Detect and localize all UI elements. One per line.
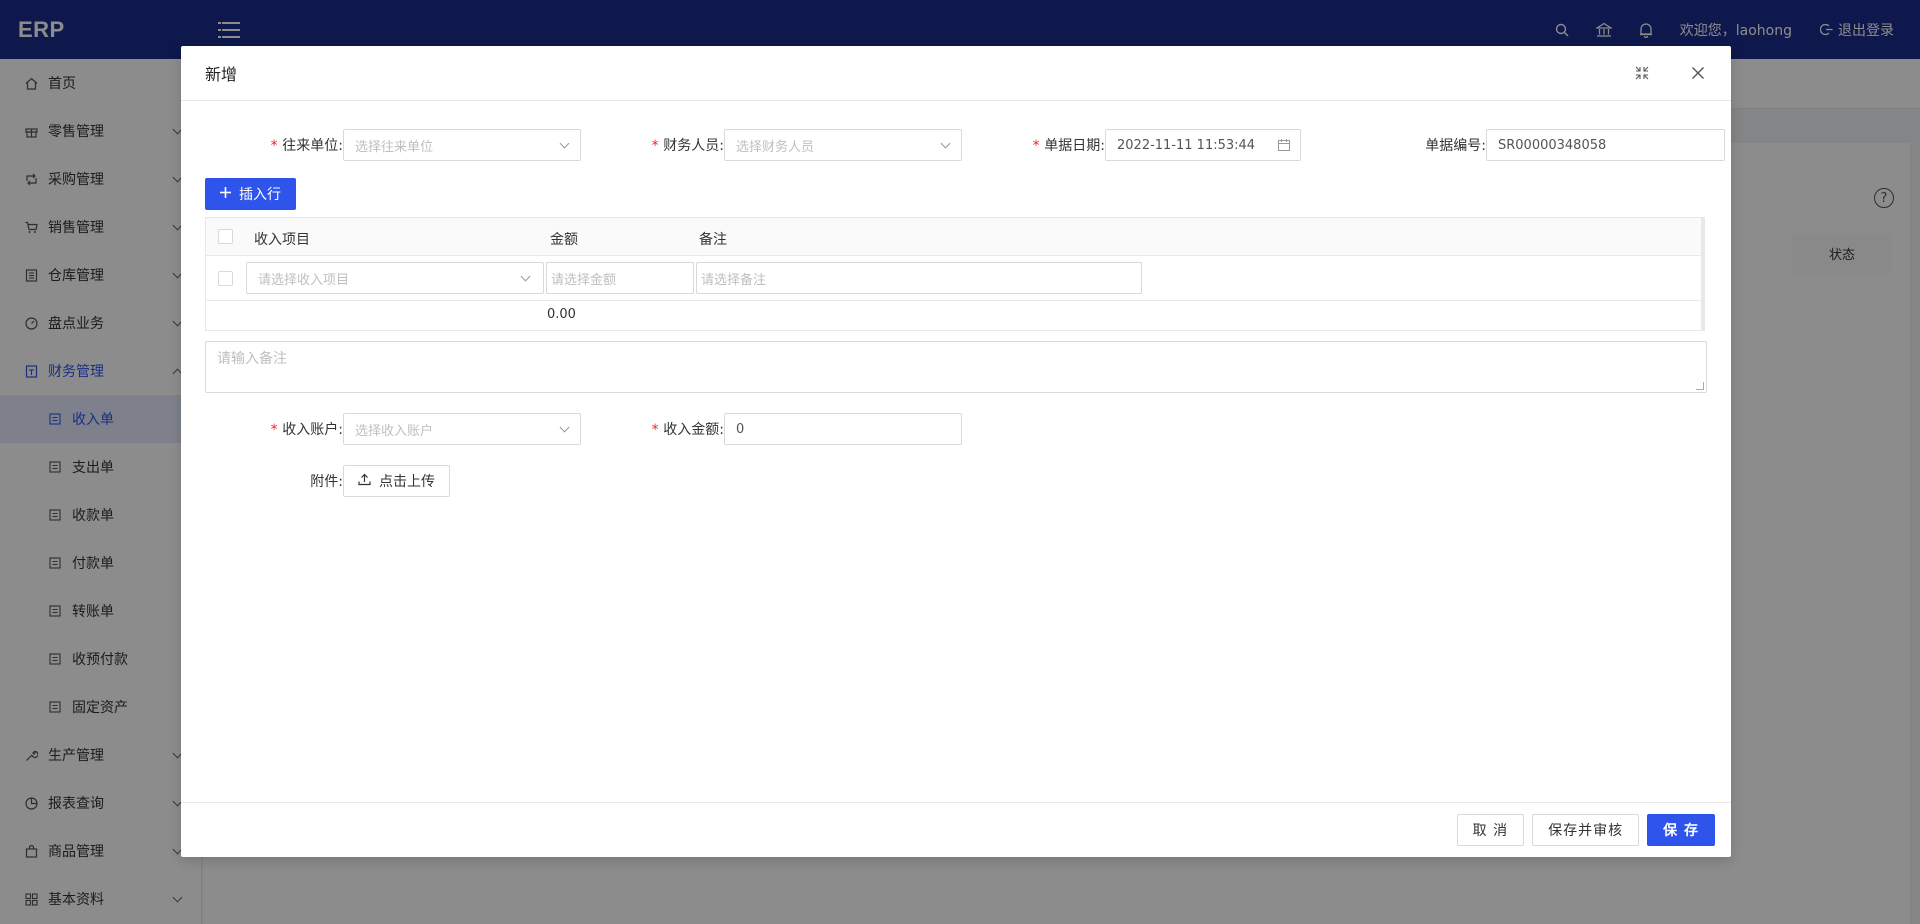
save-button[interactable]: 保 存 — [1647, 814, 1715, 846]
date-picker[interactable]: 2022-11-11 11:53:44 — [1105, 129, 1301, 161]
income-account-select[interactable]: 选择收入账户 — [343, 413, 581, 445]
staff-label: * 财务人员: — [650, 138, 724, 154]
account-field-group: * 收入账户: 选择收入账户 — [243, 413, 581, 445]
remark-textarea[interactable]: 请输入备注 — [205, 341, 1707, 393]
chevron-down-icon — [559, 138, 570, 149]
modal-footer: 取 消 保存并审核 保 存 — [181, 802, 1731, 857]
column-header: 金额 — [550, 232, 578, 248]
staff-select[interactable]: 选择财务人员 — [724, 129, 962, 161]
income-item-select[interactable]: 请选择收入项目 — [246, 262, 544, 294]
amount-total: 0.00 — [547, 307, 576, 322]
table-row: 请选择收入项目 请选择金额 请选择备注 — [206, 256, 1701, 301]
chevron-down-icon — [940, 138, 951, 149]
upload-button[interactable]: 点击上传 — [343, 465, 450, 497]
date-field-group: * 单据日期: 2022-11-11 11:53:44 — [1005, 129, 1301, 161]
resize-handle[interactable] — [1696, 382, 1704, 390]
account-label: * 收入账户: — [269, 422, 343, 438]
insert-row-label: 插入行 — [239, 187, 281, 203]
plus-icon — [220, 186, 231, 202]
fullscreen-icon[interactable] — [1633, 64, 1651, 82]
income-amount-field-group: * 收入金额: 0 — [624, 413, 962, 445]
income-amount-label: * 收入金额: — [650, 422, 724, 438]
column-header: 收入项目 — [254, 232, 310, 248]
select-all-checkbox[interactable] — [218, 229, 233, 244]
upload-label: 点击上传 — [379, 474, 435, 490]
attachment-label: 附件: — [310, 474, 343, 490]
modal-title: 新增 — [205, 65, 238, 84]
chevron-down-icon — [520, 271, 531, 282]
partner-select[interactable]: 选择往来单位 — [343, 129, 581, 161]
date-label: * 单据日期: — [1031, 138, 1105, 154]
row-checkbox[interactable] — [218, 271, 233, 286]
save-and-audit-button[interactable]: 保存并审核 — [1532, 814, 1640, 846]
remark-input[interactable]: 请选择备注 — [696, 262, 1142, 294]
table-summary-row: 0.00 — [206, 301, 1701, 331]
number-field-group: 单据编号: SR00000348058 — [1386, 129, 1725, 161]
income-amount-input[interactable]: 0 — [724, 413, 962, 445]
amount-input[interactable]: 请选择金额 — [546, 262, 694, 294]
upload-icon — [358, 473, 371, 490]
chevron-down-icon — [559, 422, 570, 433]
cancel-button[interactable]: 取 消 — [1456, 814, 1525, 846]
insert-row-button[interactable]: 插入行 — [205, 178, 296, 210]
bill-number-input[interactable]: SR00000348058 — [1486, 129, 1725, 161]
close-icon[interactable] — [1689, 64, 1707, 82]
number-label: 单据编号: — [1425, 138, 1486, 154]
calendar-icon — [1278, 139, 1290, 151]
attachment-field-group: 附件: 点击上传 — [243, 465, 450, 497]
partner-label: * 往来单位: — [269, 138, 343, 154]
column-header: 备注 — [699, 232, 727, 248]
income-items-table: 收入项目 金额 备注 请选择收入项目 请选择金额 请选择备注 0.00 — [205, 217, 1705, 331]
partner-field-group: * 往来单位: 选择往来单位 — [243, 129, 581, 161]
add-income-modal: 新增 * 往来单位: 选择往来单位 * 财务人员: 选择财务人员 * 单据日期: 20… — [181, 46, 1731, 857]
staff-field-group: * 财务人员: 选择财务人员 — [624, 129, 962, 161]
table-header: 收入项目 金额 备注 — [206, 218, 1701, 256]
